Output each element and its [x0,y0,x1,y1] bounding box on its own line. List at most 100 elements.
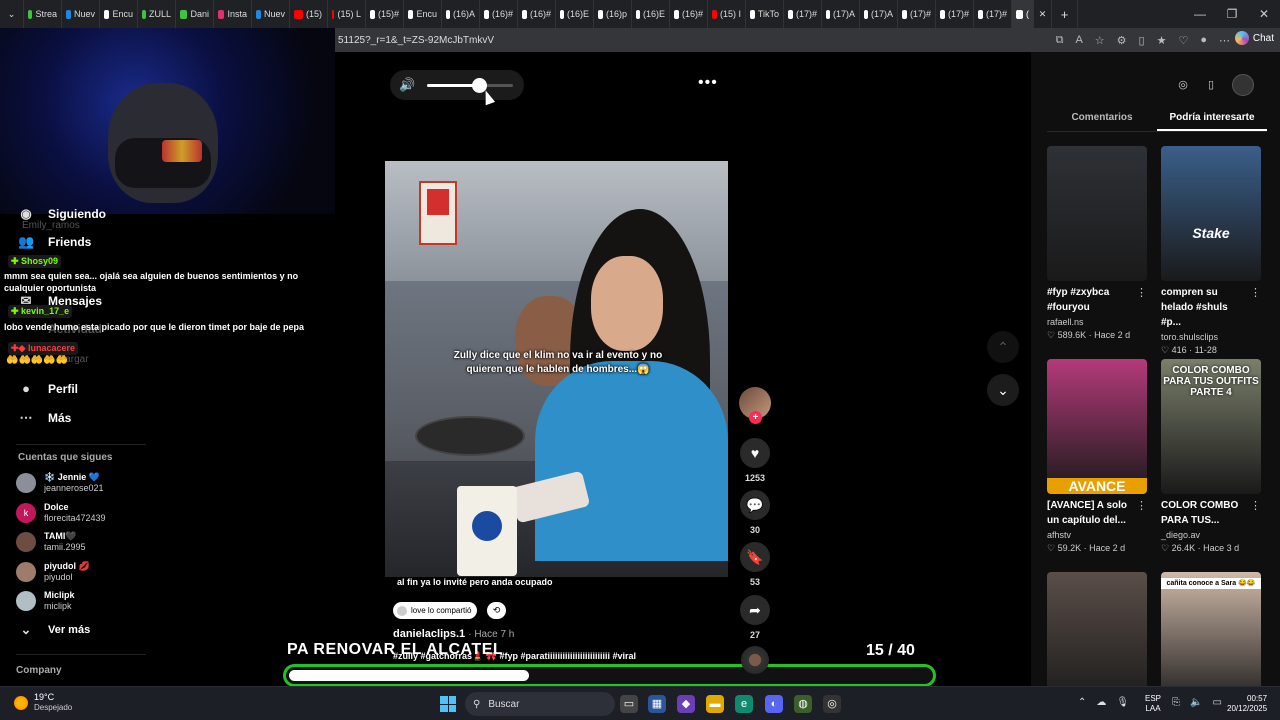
video-thumbnail[interactable]: AVANCE [1047,359,1147,494]
more-vertical-icon[interactable]: ⋮ [1250,499,1261,512]
browser-tab[interactable]: Insta [214,0,252,28]
browser-tab[interactable]: (16)E [632,0,670,28]
video-thumbnail[interactable]: Stake [1161,146,1261,281]
browser-tab[interactable]: (15) [290,0,328,28]
more-options-icon[interactable]: ••• [698,74,718,92]
sidebar-item-more[interactable]: ⋯ Más [18,410,72,426]
following-account[interactable]: Miclipk miclipk [16,590,75,612]
music-disc-icon[interactable] [741,646,769,674]
sidebar-item-friends[interactable]: 👥 Friends [18,234,91,250]
browser-tab[interactable]: (17)# [784,0,822,28]
browser-tab[interactable]: (16)# [670,0,708,28]
show-more-button[interactable]: ⌄ Ver más [18,622,91,638]
browser-tab[interactable]: (17)# [936,0,974,28]
file-explorer-icon[interactable]: ▬ [706,695,724,713]
microphone-icon[interactable]: 🎙 [1116,697,1129,708]
close-window-button[interactable]: ✕ [1248,0,1280,28]
favorites-icon[interactable]: ★ [1157,34,1167,47]
taskbar-clock[interactable]: 00:57 20/12/2025 [1227,694,1267,714]
app-icon[interactable]: ◍ [794,695,812,713]
previous-video-button[interactable]: ⌃ [987,331,1019,363]
task-view-icon[interactable]: ▭ [620,695,638,713]
browser-essentials-icon[interactable]: ♡ [1178,34,1188,47]
weather-widget[interactable]: 19°C Despejado [14,692,72,713]
cloud-icon[interactable]: ☁ [1096,697,1106,708]
recommended-video-card[interactable]: COLOR COMBO PARA TUS OUTFITS PARTE 4 COLO… [1161,359,1261,554]
discord-icon[interactable]: ◐ [765,695,783,713]
comment-button[interactable]: 💬 30 [739,490,771,535]
volume-slider[interactable] [427,78,513,93]
sidebar-item-profile[interactable]: ● Perfil [18,381,78,396]
more-vertical-icon[interactable]: ⋮ [1136,499,1147,512]
split-screen-icon[interactable]: ▯ [1139,34,1145,47]
browser-tab[interactable]: (16)# [480,0,518,28]
browser-tab[interactable]: Strea [24,0,62,28]
more-vertical-icon[interactable]: ⋮ [1136,286,1147,299]
store-icon[interactable]: ▦ [648,695,666,713]
browser-tab[interactable]: (15) I [708,0,746,28]
start-button[interactable] [440,696,456,712]
browser-tab[interactable]: (17)# [974,0,1012,28]
obs-icon[interactable]: ◎ [823,695,841,713]
browser-tab[interactable]: Encu [404,0,442,28]
language-indicator[interactable]: ESP LAA [1145,694,1161,714]
minimize-button[interactable]: — [1184,0,1216,28]
browser-tab[interactable]: ( [1012,0,1034,28]
maximize-button[interactable]: ❐ [1216,0,1248,28]
browser-tab[interactable]: (15) L [328,0,366,28]
shared-by-chip[interactable]: love lo compartió [393,602,478,619]
recommended-video-card[interactable]: AVANCE [AVANCE] A solo un capítulo del...… [1047,359,1147,554]
profile-icon[interactable]: ● [1200,34,1207,46]
speaker-icon[interactable]: 🔊 [399,77,415,93]
following-account[interactable]: k Dolce florecita472439 [16,502,106,524]
quick-settings[interactable]: ⎘ 🔈 ▭ [1172,697,1222,708]
copilot-app-icon[interactable]: ◆ [677,695,695,713]
browser-tab[interactable]: (16)A [442,0,480,28]
browser-tab[interactable]: Nuev [62,0,100,28]
recommended-video-card[interactable]: #fyp #zxybca #fouryou ⋮ rafaell.ns ♡ 589.6K… [1047,146,1147,341]
user-avatar[interactable] [1232,74,1254,96]
address-bar[interactable]: 51125?_r=1&_t=ZS-92McJbTmkvV ⧉ A ☆ ⚙ ▯ ★… [335,28,1280,52]
copilot-chat-button[interactable]: Chat [1234,31,1274,45]
video-player[interactable]: Zully dice que el klim no va ir al event… [385,161,728,577]
next-video-button[interactable]: ⌄ [987,374,1019,406]
coin-icon[interactable]: ◎ [1176,78,1190,92]
company-link[interactable]: Company [16,665,62,676]
volume-control[interactable]: 🔊 [390,70,524,100]
tray-chevron-icon[interactable]: ⌃ [1078,697,1086,708]
video-thumbnail[interactable] [1047,146,1147,281]
browser-tab[interactable]: (17)A [822,0,860,28]
extensions-icon[interactable]: ⚙ [1117,34,1127,47]
close-tab-icon[interactable]: ✕ [1034,0,1052,28]
tab-list-button[interactable]: ⌄ [0,0,24,28]
following-account[interactable]: ❄️ Jennie 💙 jeannerose021 [16,472,104,494]
browser-tab[interactable]: (16)p [594,0,632,28]
browser-tab[interactable]: ZULL [138,0,176,28]
save-button[interactable]: 🔖 53 [739,542,771,587]
video-author[interactable]: danielaclips.1 · Hace 7 h [393,628,514,640]
browser-tab[interactable]: (15)# [366,0,404,28]
browser-tab[interactable]: Encu [100,0,138,28]
browser-tab[interactable]: (17)# [898,0,936,28]
share-button[interactable]: ➦ 27 [739,595,771,640]
open-in-app-icon[interactable]: ⧉ [1056,34,1064,47]
follow-plus-icon[interactable]: + [749,411,762,424]
browser-tab[interactable]: (16)E [556,0,594,28]
tab-you-may-like[interactable]: Podría interesarte [1157,110,1267,131]
browser-tab[interactable]: TikTo [746,0,784,28]
taskbar-search[interactable]: ⚲ Buscar [465,692,615,716]
tab-comments[interactable]: Comentarios [1047,110,1157,131]
recommended-video-card[interactable]: Stake compren su helado #shuls #p... ⋮ toro… [1161,146,1261,356]
new-tab-button[interactable]: + [1052,0,1078,28]
favorite-star-icon[interactable]: ☆ [1095,34,1105,47]
edge-icon[interactable]: e [735,695,753,713]
browser-tab[interactable]: (16)# [518,0,556,28]
translate-icon[interactable]: A [1075,34,1082,46]
repost-icon[interactable]: ⟲ [487,602,506,619]
browser-tab[interactable]: Nuev [252,0,290,28]
more-vertical-icon[interactable]: ⋮ [1250,286,1261,299]
browser-tab[interactable]: (17)A [860,0,898,28]
following-account[interactable]: piyudol 💋 piyudol [16,561,90,583]
video-thumbnail[interactable]: COLOR COMBO PARA TUS OUTFITS PARTE 4 [1161,359,1261,494]
browser-tab[interactable]: Dani [176,0,214,28]
